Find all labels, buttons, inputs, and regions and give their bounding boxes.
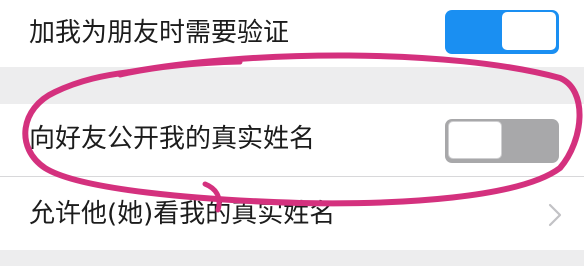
settings-row-show-real-name[interactable]: 向好友公开我的真实姓名 xyxy=(0,104,584,176)
friend-verification-toggle[interactable] xyxy=(445,10,559,54)
chevron-right-icon xyxy=(548,203,562,227)
settings-row-label: 向好友公开我的真实姓名 xyxy=(29,124,316,154)
settings-row-friend-verification[interactable]: 加我为朋友时需要验证 xyxy=(0,0,584,67)
toggle-knob xyxy=(502,12,556,50)
show-real-name-toggle[interactable] xyxy=(445,119,559,163)
settings-row-label: 加我为朋友时需要验证 xyxy=(29,18,290,48)
toggle-knob xyxy=(448,121,502,159)
settings-row-label: 允许他(她)看我的真实姓名 xyxy=(29,199,336,229)
settings-row-allow-view-real-name[interactable]: 允许他(她)看我的真实姓名 xyxy=(0,177,584,250)
